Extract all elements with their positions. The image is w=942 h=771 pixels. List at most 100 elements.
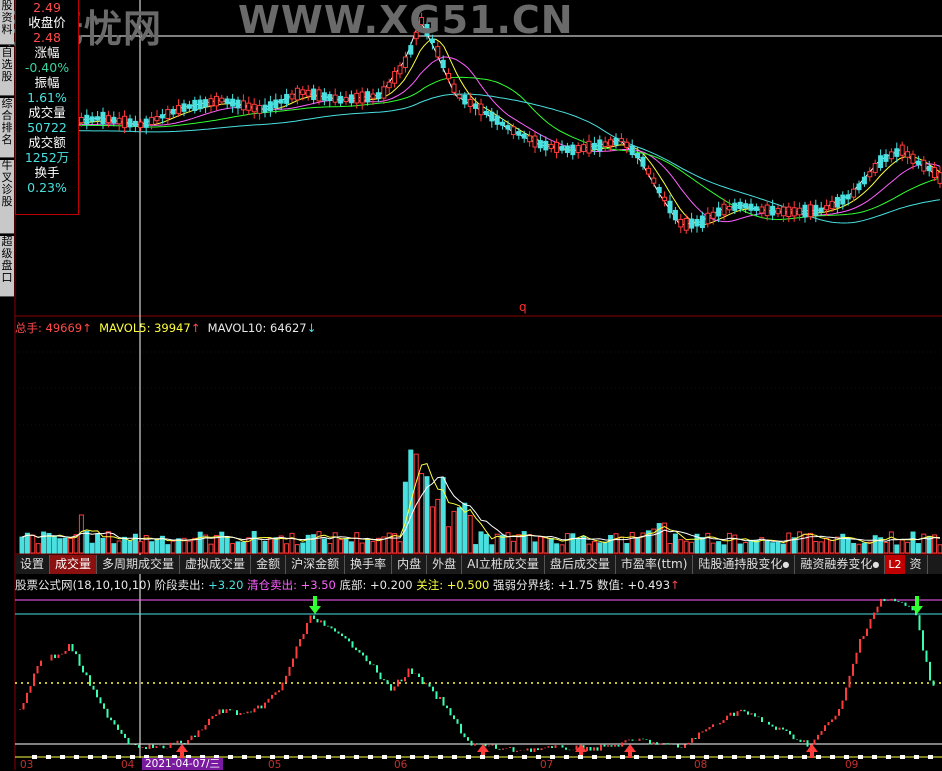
candle-body: [786, 206, 792, 217]
volume-bar: [154, 539, 160, 554]
candle-body: [375, 92, 381, 99]
formula-line-value: +0.200: [370, 578, 413, 592]
volume-bar: [419, 473, 425, 554]
indicator-tab-12[interactable]: 陆股通持股变化●: [693, 555, 796, 574]
indicator-tab-more[interactable]: 资: [905, 555, 928, 574]
candle-body: [829, 200, 835, 210]
volume-bar: [483, 533, 489, 554]
volume-bar: [348, 541, 354, 554]
indicator-tab-8[interactable]: 外盘: [427, 555, 463, 574]
candle-body: [678, 218, 684, 228]
quote-label: 成交额: [28, 135, 66, 150]
indicator-tab-label: 沪深金额: [291, 557, 340, 571]
volume-bar: [446, 526, 452, 554]
candle-body: [543, 140, 549, 151]
volume-bar: [251, 530, 257, 554]
volume-bar: [413, 453, 419, 554]
volume-bar: [905, 541, 911, 554]
candle-body: [532, 135, 538, 148]
candle-body: [716, 207, 722, 217]
volume-bar: [770, 542, 776, 554]
candle-body: [467, 98, 473, 107]
volume-bar: [527, 534, 533, 554]
quote-value: 0.23%: [27, 180, 67, 195]
candle-body: [570, 144, 576, 156]
indicator-tab-1[interactable]: 成交量: [50, 555, 98, 574]
candle-body: [694, 219, 700, 227]
candle-body: [753, 206, 759, 211]
candle-body: [84, 114, 90, 125]
candle-body: [208, 98, 214, 107]
volume-bar: [365, 539, 371, 554]
candle-body: [726, 205, 732, 211]
mavol10-label: MAVOL10:: [207, 321, 267, 335]
indicator-tab-label: 盘后成交量: [549, 557, 610, 571]
side-tab-4[interactable]: 超级盘口: [0, 236, 14, 297]
indicator-tab-0[interactable]: 设置: [15, 555, 51, 574]
chart-canvas[interactable]: [0, 0, 942, 770]
candle-body: [521, 133, 527, 139]
indicator-tab-5[interactable]: 沪深金额: [286, 555, 346, 574]
indicator-tab-3[interactable]: 虚拟成交量: [180, 555, 252, 574]
quote-label: 换手: [34, 165, 60, 180]
volume-bar: [629, 531, 635, 554]
candle-body: [597, 139, 603, 152]
volume-bar: [332, 532, 338, 554]
bottom-marker: [326, 755, 331, 759]
side-tab-3[interactable]: 牛叉诊股: [0, 160, 14, 234]
indicator-tab-label: 市盈率(ttm): [620, 557, 688, 571]
bottom-marker: [424, 755, 429, 759]
volume-bar: [888, 531, 894, 554]
candle-body: [629, 145, 635, 156]
candle-body: [564, 145, 570, 154]
candle-body: [872, 162, 878, 173]
side-tab-2[interactable]: 综合排名: [0, 98, 14, 158]
date-axis-label: 05: [268, 759, 282, 771]
candle-body: [370, 93, 376, 99]
bottom-marker: [662, 755, 667, 759]
volume-bar: [354, 532, 360, 554]
volume-bar: [316, 531, 322, 554]
candle-body: [710, 211, 716, 219]
volume-bar: [219, 531, 225, 554]
volume-bar: [678, 539, 684, 554]
mavol5-label: MAVOL5:: [99, 321, 151, 335]
candle-body: [915, 160, 921, 165]
volume-bar: [775, 541, 781, 554]
formula-header: 股票公式网(18,10,10,10) 阶段卖出: +3.20 清仓卖出: +3.…: [15, 577, 680, 593]
bottom-marker: [732, 755, 737, 759]
bottom-marker: [438, 755, 443, 759]
quote-label: 涨幅: [34, 45, 60, 60]
formula-line-label: 强弱分界线:: [493, 578, 555, 592]
level2-badge[interactable]: L2: [885, 555, 905, 574]
candle-body: [203, 99, 209, 108]
indicator-tab-13[interactable]: 融资融券变化●: [795, 555, 886, 574]
side-tab-0[interactable]: 股资料: [0, 0, 14, 45]
sell-signal-arrow-icon: [911, 596, 923, 614]
candle-body: [656, 186, 662, 194]
bottom-marker: [648, 755, 653, 759]
side-tab-1[interactable]: 自选股: [0, 47, 14, 96]
indicator-tab-11[interactable]: 市盈率(ttm): [616, 555, 694, 574]
volume-bar: [240, 541, 246, 554]
indicator-tab-4[interactable]: 金额: [251, 555, 287, 574]
formula-line-value: +0.500: [446, 578, 490, 592]
volume-bar: [797, 531, 803, 554]
volume-bar: [845, 537, 851, 554]
volume-bar: [818, 541, 824, 554]
indicator-tab-6[interactable]: 换手率: [345, 555, 393, 574]
volume-bar: [813, 541, 819, 554]
candle-body: [807, 204, 813, 218]
candle-body: [640, 156, 646, 167]
indicator-tab-2[interactable]: 多周期成交量: [97, 555, 181, 574]
volume-header: 总手: 49669↑ MAVOL5: 39947↑ MAVOL10: 64627…: [15, 320, 316, 336]
indicator-tab-7[interactable]: 内盘: [392, 555, 428, 574]
volume-bar: [235, 541, 241, 554]
indicator-tab-10[interactable]: 盘后成交量: [545, 555, 616, 574]
bottom-marker: [914, 755, 919, 759]
candle-body: [462, 94, 468, 105]
candle-body: [635, 152, 641, 159]
indicator-tab-bar: 设置 成交量 多周期成交量 虚拟成交量 金额 沪深金额 换手率 内盘 外盘 AI立桩成交量 盘后成交…: [15, 555, 942, 574]
formula-line-value: +0.493: [627, 578, 671, 592]
indicator-tab-9[interactable]: AI立桩成交量: [462, 555, 545, 574]
